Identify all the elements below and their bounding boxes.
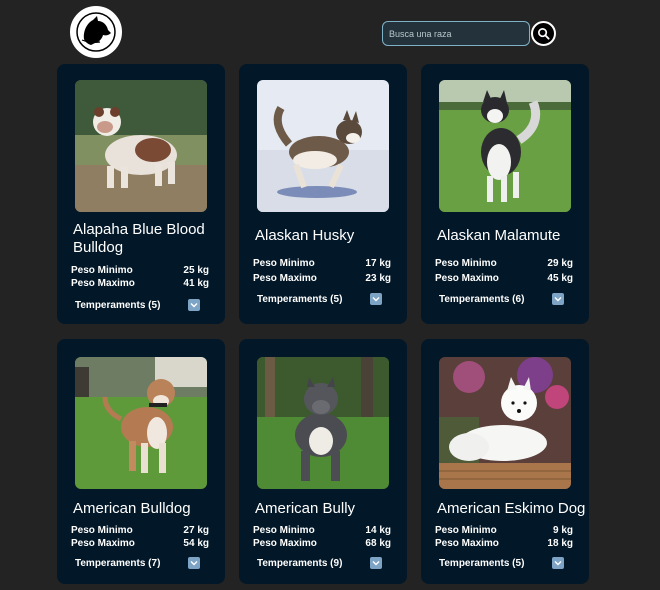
temperaments-label: Temperaments (5) — [439, 558, 525, 569]
search-input[interactable] — [382, 21, 530, 46]
min-weight-label: Peso Minimo — [71, 525, 133, 536]
expand-temperaments-button[interactable] — [370, 557, 382, 569]
expand-temperaments-button[interactable] — [370, 293, 382, 305]
breed-card[interactable]: Alapaha Blue Blood Bulldog Peso Minimo 2… — [57, 64, 225, 324]
max-weight-label: Peso Maximo — [435, 538, 499, 549]
max-weight-row: Peso Maximo 18 kg — [435, 538, 573, 549]
breed-name: Alaskan Husky — [255, 227, 355, 244]
chevron-down-icon — [372, 297, 380, 302]
site-logo[interactable] — [70, 6, 122, 58]
min-weight-value: 9 kg — [552, 525, 573, 536]
breed-grid: Alapaha Blue Blood Bulldog Peso Minimo 2… — [57, 64, 590, 590]
max-weight-value: 41 kg — [183, 278, 209, 289]
temperaments-label: Temperaments (7) — [75, 558, 161, 569]
breed-name: Alapaha Blue Blood Bulldog — [73, 221, 205, 256]
breed-photo — [75, 80, 207, 212]
breed-photo — [257, 80, 389, 212]
min-weight-label: Peso Minimo — [435, 258, 497, 269]
expand-temperaments-button[interactable] — [552, 557, 564, 569]
chevron-down-icon — [554, 561, 562, 566]
min-weight-row: Peso Minimo 25 kg — [71, 265, 209, 276]
min-weight-label: Peso Minimo — [253, 258, 315, 269]
temperaments-label: Temperaments (5) — [75, 300, 161, 311]
min-weight-value: 27 kg — [183, 525, 209, 536]
max-weight-label: Peso Maximo — [253, 273, 317, 284]
max-weight-row: Peso Maximo 54 kg — [71, 538, 209, 549]
temperaments-label: Temperaments (5) — [257, 294, 343, 305]
min-weight-row: Peso Minimo 17 kg — [253, 258, 391, 269]
min-weight-row: Peso Minimo 29 kg — [435, 258, 573, 269]
max-weight-value: 54 kg — [183, 538, 209, 549]
breed-card[interactable]: American Bulldog Peso Minimo 27 kg Peso … — [57, 339, 225, 584]
max-weight-row: Peso Maximo 41 kg — [71, 278, 209, 289]
max-weight-row: Peso Maximo 68 kg — [253, 538, 391, 549]
chevron-down-icon — [554, 297, 562, 302]
min-weight-label: Peso Minimo — [71, 265, 133, 276]
max-weight-value: 23 kg — [365, 273, 391, 284]
breed-card[interactable]: Alaskan Malamute Peso Minimo 29 kg Peso … — [421, 64, 589, 324]
breed-photo — [257, 357, 389, 489]
min-weight-value: 25 kg — [183, 265, 209, 276]
breed-photo — [75, 357, 207, 489]
chevron-down-icon — [190, 303, 198, 308]
expand-temperaments-button[interactable] — [188, 557, 200, 569]
search-button[interactable] — [531, 21, 556, 46]
breed-card[interactable]: Alaskan Husky Peso Minimo 17 kg Peso Max… — [239, 64, 407, 324]
max-weight-label: Peso Maximo — [435, 273, 499, 284]
magnifier-icon — [538, 28, 550, 40]
max-weight-value: 45 kg — [547, 273, 573, 284]
expand-temperaments-button[interactable] — [188, 299, 200, 311]
breed-name: American Bulldog — [73, 500, 191, 517]
max-weight-value: 68 kg — [365, 538, 391, 549]
dog-head-logo-icon — [74, 10, 118, 54]
expand-temperaments-button[interactable] — [552, 293, 564, 305]
max-weight-value: 18 kg — [547, 538, 573, 549]
max-weight-label: Peso Maximo — [71, 538, 135, 549]
min-weight-value: 14 kg — [365, 525, 391, 536]
min-weight-row: Peso Minimo 9 kg — [435, 525, 573, 536]
temperaments-label: Temperaments (9) — [257, 558, 343, 569]
breed-card[interactable]: American Bully Peso Minimo 14 kg Peso Ma… — [239, 339, 407, 584]
max-weight-label: Peso Maximo — [71, 278, 135, 289]
breed-name: Alaskan Malamute — [437, 227, 561, 244]
breed-name: American Eskimo Dog — [437, 500, 586, 517]
breed-photo — [439, 80, 571, 212]
max-weight-row: Peso Maximo 45 kg — [435, 273, 573, 284]
min-weight-value: 29 kg — [547, 258, 573, 269]
min-weight-value: 17 kg — [365, 258, 391, 269]
min-weight-row: Peso Minimo 14 kg — [253, 525, 391, 536]
temperaments-label: Temperaments (6) — [439, 294, 525, 305]
max-weight-label: Peso Maximo — [253, 538, 317, 549]
min-weight-row: Peso Minimo 27 kg — [71, 525, 209, 536]
max-weight-row: Peso Maximo 23 kg — [253, 273, 391, 284]
breed-card[interactable]: American Eskimo Dog Peso Minimo 9 kg Pes… — [421, 339, 589, 584]
min-weight-label: Peso Minimo — [435, 525, 497, 536]
min-weight-label: Peso Minimo — [253, 525, 315, 536]
breed-photo — [439, 357, 571, 489]
breed-name: American Bully — [255, 500, 356, 517]
chevron-down-icon — [190, 561, 198, 566]
chevron-down-icon — [372, 561, 380, 566]
